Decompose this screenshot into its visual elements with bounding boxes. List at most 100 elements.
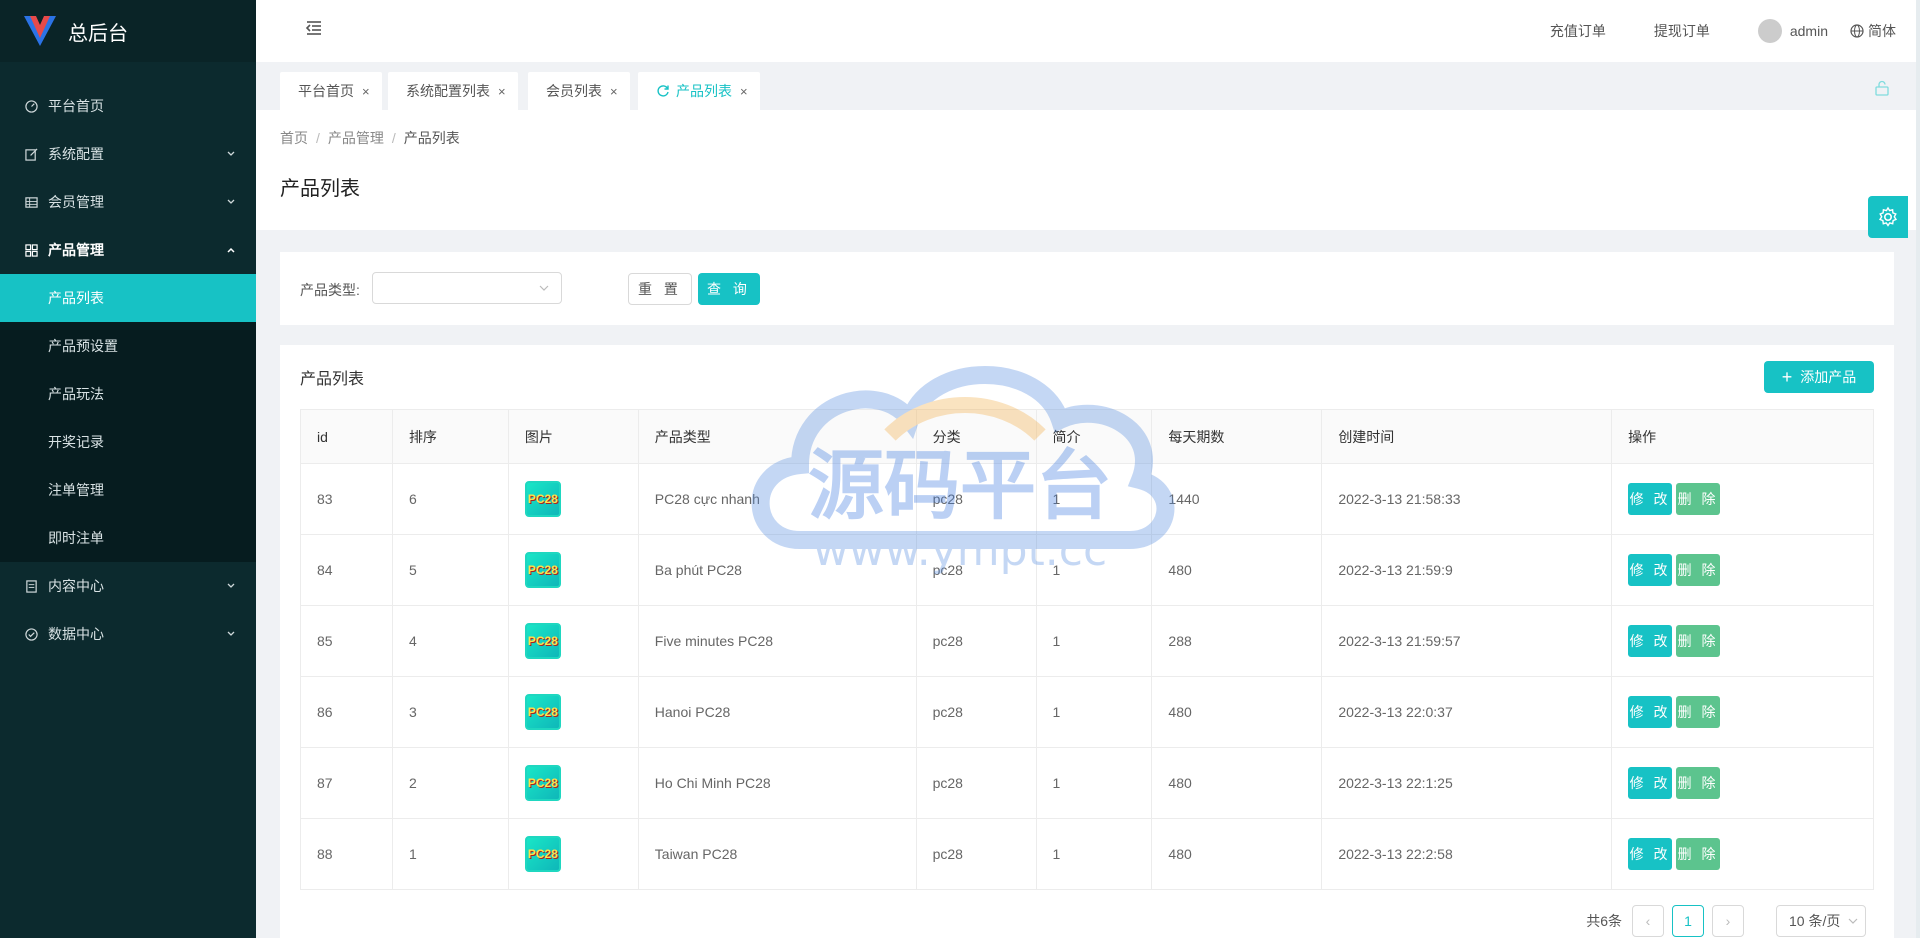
cell-intro: 1 bbox=[1035, 605, 1153, 677]
table-row: 88 1 PC28 Taiwan PC28 pc28 1 480 2022-3-… bbox=[300, 818, 1874, 890]
edit-button[interactable]: 修 改 bbox=[1628, 554, 1673, 586]
cell-image: PC28 bbox=[507, 747, 639, 819]
cell-intro: 1 bbox=[1035, 534, 1153, 606]
close-icon[interactable]: × bbox=[498, 84, 506, 99]
table-row: 83 6 PC28 PC28 cực nhanh pc28 1 1440 202… bbox=[300, 463, 1874, 535]
delete-button[interactable]: 删 除 bbox=[1676, 625, 1721, 657]
menu-fold-icon[interactable] bbox=[304, 18, 324, 38]
query-button[interactable]: 查 询 bbox=[698, 273, 760, 305]
refresh-icon[interactable] bbox=[656, 84, 670, 98]
column-header-sort[interactable]: 排序 bbox=[391, 409, 509, 464]
sidebar-item-live-bets[interactable]: 即时注单 bbox=[0, 514, 256, 562]
sidebar-item-bet-management[interactable]: 注单管理 bbox=[0, 466, 256, 514]
breadcrumb-separator: / bbox=[391, 130, 396, 146]
edit-button[interactable]: 修 改 bbox=[1628, 625, 1673, 657]
cell-image: PC28 bbox=[507, 676, 639, 748]
cell-image: PC28 bbox=[507, 818, 639, 890]
sidebar-item-draw-records[interactable]: 开奖记录 bbox=[0, 418, 256, 466]
sidebar-item-system-config[interactable]: 系统配置 bbox=[0, 130, 256, 178]
tab-member-list[interactable]: 会员列表 × bbox=[528, 72, 630, 110]
cell-per-day: 480 bbox=[1151, 676, 1323, 748]
close-icon[interactable]: × bbox=[740, 84, 748, 99]
withdraw-orders-link[interactable]: 提现订单 bbox=[1654, 21, 1710, 41]
edit-button[interactable]: 修 改 bbox=[1628, 483, 1673, 515]
chevron-down-icon bbox=[227, 583, 235, 588]
column-header-created[interactable]: 创建时间 bbox=[1321, 409, 1613, 464]
cell-id: 83 bbox=[300, 463, 393, 535]
edit-button[interactable]: 修 改 bbox=[1628, 767, 1673, 799]
sidebar-item-product-management[interactable]: 产品管理 bbox=[0, 226, 256, 274]
language-switcher[interactable]: 简体 bbox=[1850, 21, 1896, 41]
page-header: 首页 / 产品管理 / 产品列表 产品列表 bbox=[256, 110, 1920, 230]
tab-platform-home[interactable]: 平台首页 × bbox=[280, 72, 382, 110]
cell-sort: 4 bbox=[391, 605, 509, 677]
next-page-button[interactable]: › bbox=[1712, 905, 1744, 937]
language-label: 简体 bbox=[1868, 23, 1896, 39]
edit-button[interactable]: 修 改 bbox=[1628, 696, 1673, 728]
delete-button[interactable]: 删 除 bbox=[1676, 483, 1721, 515]
product-thumbnail[interactable]: PC28 bbox=[524, 694, 561, 730]
scrollbar-track[interactable] bbox=[1916, 0, 1920, 938]
sidebar-item-content-center[interactable]: 内容中心 bbox=[0, 562, 256, 610]
delete-button[interactable]: 删 除 bbox=[1676, 838, 1721, 870]
gear-icon bbox=[1878, 206, 1898, 227]
column-header-image[interactable]: 图片 bbox=[507, 409, 639, 464]
tab-product-list[interactable]: 产品列表 × bbox=[638, 72, 760, 110]
avatar bbox=[1757, 19, 1782, 43]
sidebar-item-member-management[interactable]: 会员管理 bbox=[0, 178, 256, 226]
globe-icon bbox=[1850, 24, 1864, 38]
settings-button[interactable] bbox=[1868, 196, 1908, 238]
column-header-per-day[interactable]: 每天期数 bbox=[1151, 409, 1323, 464]
cell-per-day: 480 bbox=[1151, 818, 1323, 890]
tab-system-config-list[interactable]: 系统配置列表 × bbox=[388, 72, 518, 110]
delete-button[interactable]: 删 除 bbox=[1676, 767, 1721, 799]
page-size-select[interactable]: 10 条/页 bbox=[1776, 905, 1866, 937]
total-count: 共6条 bbox=[1586, 913, 1622, 929]
cell-actions: 修 改删 除 bbox=[1611, 676, 1874, 748]
table-header-row: id 排序 图片 产品类型 分类 简介 每天期数 创建时间 操作 bbox=[300, 409, 1874, 464]
edit-icon bbox=[24, 147, 38, 161]
header-actions: 充值订单 提现订单 admin 简体 bbox=[1550, 0, 1920, 62]
product-thumbnail[interactable]: PC28 bbox=[524, 623, 561, 659]
edit-button[interactable]: 修 改 bbox=[1628, 838, 1673, 870]
page-title: 产品列表 bbox=[280, 178, 360, 200]
sidebar-item-platform-home[interactable]: 平台首页 bbox=[0, 82, 256, 130]
chevron-up-icon bbox=[227, 247, 235, 253]
logo[interactable]: 总后台 bbox=[0, 0, 256, 62]
product-thumbnail[interactable]: PC28 bbox=[524, 836, 561, 872]
prev-page-button[interactable]: ‹ bbox=[1632, 905, 1664, 937]
close-icon[interactable]: × bbox=[610, 84, 618, 99]
breadcrumb-product-management[interactable]: 产品管理 bbox=[328, 130, 384, 146]
user-menu[interactable]: admin bbox=[1757, 19, 1828, 43]
page-number-current[interactable]: 1 bbox=[1672, 905, 1704, 937]
sidebar-item-data-center[interactable]: 数据中心 bbox=[0, 610, 256, 658]
close-icon[interactable]: × bbox=[362, 84, 370, 99]
page-size-value: 10 条/页 bbox=[1789, 913, 1841, 929]
recharge-orders-link[interactable]: 充值订单 bbox=[1550, 21, 1606, 41]
product-thumbnail[interactable]: PC28 bbox=[524, 552, 561, 588]
cell-category: pc28 bbox=[915, 747, 1037, 819]
product-type-select[interactable] bbox=[372, 272, 562, 304]
sidebar-item-product-preset[interactable]: 产品预设置 bbox=[0, 322, 256, 370]
column-header-intro[interactable]: 简介 bbox=[1035, 409, 1153, 464]
breadcrumb-home[interactable]: 首页 bbox=[280, 130, 308, 146]
cell-id: 88 bbox=[300, 818, 393, 890]
tab-label: 会员列表 bbox=[546, 83, 602, 99]
reset-button[interactable]: 重 置 bbox=[628, 273, 692, 305]
table-icon bbox=[24, 195, 38, 209]
column-header-id[interactable]: id bbox=[300, 409, 393, 464]
sidebar-item-product-gameplay[interactable]: 产品玩法 bbox=[0, 370, 256, 418]
unlock-icon[interactable] bbox=[1874, 80, 1890, 96]
column-header-type[interactable]: 产品类型 bbox=[637, 409, 917, 464]
delete-button[interactable]: 删 除 bbox=[1676, 554, 1721, 586]
column-header-category[interactable]: 分类 bbox=[915, 409, 1037, 464]
product-submenu: 产品列表 产品预设置 产品玩法 开奖记录 注单管理 即时注单 bbox=[0, 274, 256, 562]
product-thumbnail[interactable]: PC28 bbox=[524, 765, 561, 801]
sidebar-item-product-list[interactable]: 产品列表 bbox=[0, 274, 256, 322]
product-thumbnail[interactable]: PC28 bbox=[524, 481, 561, 517]
cell-per-day: 480 bbox=[1151, 747, 1323, 819]
document-icon bbox=[24, 579, 38, 593]
delete-button[interactable]: 删 除 bbox=[1676, 696, 1721, 728]
cell-id: 84 bbox=[300, 534, 393, 606]
add-product-button[interactable]: + 添加产品 bbox=[1764, 361, 1874, 393]
